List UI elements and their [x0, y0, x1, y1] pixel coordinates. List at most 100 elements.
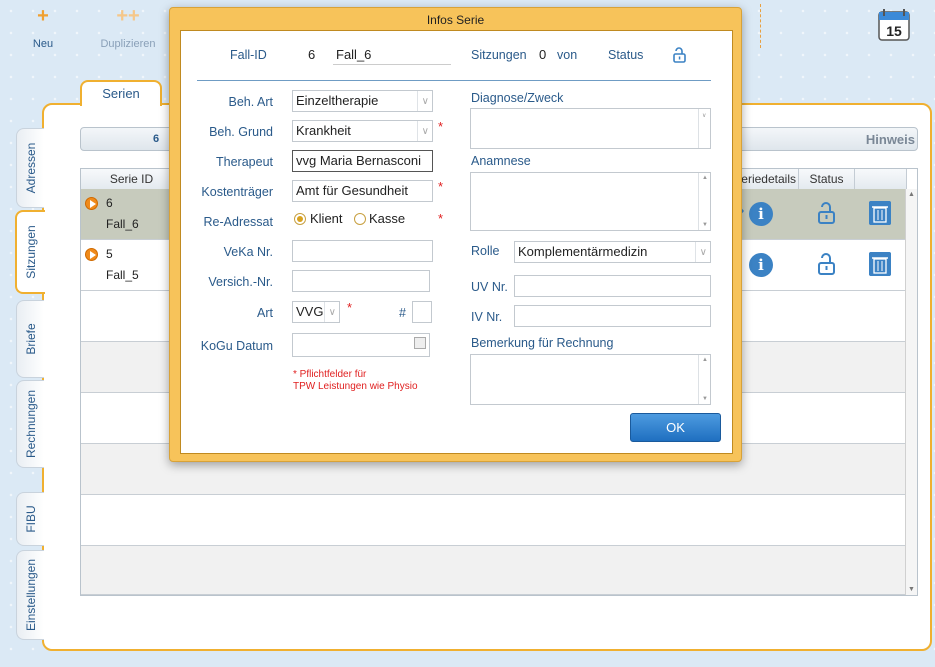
dialog-title: Infos Serie	[426, 13, 485, 27]
textarea-scrollbar[interactable]: ∨	[698, 109, 710, 148]
required-marker: *	[438, 211, 444, 226]
radio-klient[interactable]	[294, 213, 306, 225]
sitzungen-value: 0	[539, 47, 547, 62]
required-hint-line2: TPW Leistungen wie Physio	[293, 381, 418, 392]
table-row-empty	[81, 546, 907, 595]
required-marker: *	[438, 179, 444, 194]
rolle-select[interactable]: Komplementärmedizin	[514, 241, 711, 263]
bemerkung-label: Bemerkung für Rechnung	[471, 336, 614, 350]
trash-icon[interactable]	[869, 201, 891, 225]
versich-field[interactable]	[292, 270, 430, 292]
iv-field[interactable]	[514, 305, 711, 327]
required-hint-line1: * Pflichtfelder für	[293, 369, 367, 380]
unlock-icon[interactable]	[672, 46, 688, 64]
unlock-icon[interactable]	[816, 252, 838, 276]
infos-serie-dialog: Infos Serie Fall-ID 6 Fall_6 Sitzungen 0…	[169, 7, 742, 462]
tab-serien-label: Serien	[102, 86, 140, 101]
col-header-seriedetails[interactable]: eriedetails	[739, 169, 799, 189]
dialog-body: Fall-ID 6 Fall_6 Sitzungen 0 von Status …	[180, 30, 733, 454]
textarea-scrollbar[interactable]: ▲ ▼	[698, 355, 710, 404]
trash-icon[interactable]	[869, 252, 891, 276]
required-marker: *	[347, 300, 353, 315]
status-label: Status	[608, 48, 644, 62]
new-button[interactable]: + Neu	[28, 6, 58, 50]
filter-count: 6	[153, 133, 160, 145]
info-icon[interactable]: i	[749, 202, 773, 226]
radio-kasse-label: Kasse	[369, 211, 406, 226]
kostentraeger-label: Kostenträger	[201, 185, 273, 199]
table-scrollbar[interactable]: ▲ ▼	[905, 189, 917, 595]
side-tab-label: FIBU	[23, 505, 38, 533]
bemerkung-textarea[interactable]: ▲ ▼	[470, 354, 711, 405]
scroll-up-icon[interactable]: ▲	[908, 191, 915, 198]
unlock-icon[interactable]	[816, 201, 838, 225]
side-tab-label: Sitzungen	[24, 225, 38, 279]
ok-button[interactable]: OK	[630, 413, 721, 442]
required-marker: *	[438, 119, 444, 134]
col-header-status[interactable]: Status	[799, 169, 855, 189]
new-button-label: Neu	[32, 38, 54, 50]
header-divider	[197, 80, 711, 81]
plus-icon: +	[37, 5, 49, 27]
info-icon[interactable]: i	[749, 253, 773, 277]
duplicate-button-label: Duplizieren	[100, 38, 156, 50]
anamnese-label: Anamnese	[471, 154, 531, 168]
hash-field[interactable]	[412, 301, 432, 323]
readressat-label: Re-Adressat	[203, 215, 273, 229]
sitzungen-label: Sitzungen	[471, 48, 527, 62]
col-header-serie-id[interactable]: Serie ID	[81, 169, 183, 189]
anamnese-textarea[interactable]: ▲ ▼	[470, 172, 711, 231]
row-name: Fall_6	[106, 217, 139, 231]
fall-id-value: 6	[308, 47, 316, 62]
veka-field[interactable]	[292, 240, 433, 262]
side-tab-label: Einstellungen	[23, 558, 38, 632]
fall-name-value: Fall_6	[336, 47, 372, 62]
fall-name-underline	[333, 64, 451, 65]
table-row-empty	[81, 495, 907, 546]
side-tab-fibu[interactable]: FIBU	[16, 492, 44, 546]
beh-art-select[interactable]: Einzeltherapie	[292, 90, 433, 112]
therapeut-field[interactable]: vvg Maria Bernasconi	[292, 150, 433, 172]
side-tab-briefe[interactable]: Briefe	[16, 300, 44, 378]
diagnose-textarea[interactable]: ∨	[470, 108, 711, 149]
fall-id-label: Fall-ID	[230, 48, 267, 62]
row-name: Fall_5	[106, 268, 139, 282]
hash-label: #	[399, 306, 406, 320]
toolbar-divider	[760, 4, 761, 48]
row-id: 6	[106, 196, 113, 210]
row-id: 5	[106, 247, 113, 261]
side-tab-sitzungen[interactable]: Sitzungen	[15, 210, 45, 294]
side-tab-einstellungen[interactable]: Einstellungen	[16, 550, 44, 640]
uv-field[interactable]	[514, 275, 711, 297]
calendar-icon[interactable]: 15	[876, 6, 912, 42]
radio-kasse[interactable]	[354, 213, 366, 225]
duplicate-button[interactable]: ++ Duplizieren	[98, 6, 158, 50]
tab-serien[interactable]: Serien	[80, 80, 162, 109]
uv-label: UV Nr.	[471, 280, 508, 294]
radio-klient-label: Klient	[310, 211, 343, 226]
play-icon[interactable]	[85, 197, 98, 210]
side-tab-adressen[interactable]: Adressen	[16, 128, 44, 208]
double-plus-icon: ++	[116, 5, 140, 27]
col-header-delete	[855, 169, 907, 189]
kogu-date-field[interactable]	[292, 333, 430, 357]
scroll-down-icon[interactable]: ▼	[908, 586, 915, 593]
iv-label: IV Nr.	[471, 310, 503, 324]
side-tab-label: Briefe	[23, 323, 38, 355]
art-select[interactable]: VVG	[292, 301, 340, 323]
textarea-scrollbar[interactable]: ▲ ▼	[698, 173, 710, 230]
art-label: Art	[257, 306, 273, 320]
side-tab-rechnungen[interactable]: Rechnungen	[16, 380, 44, 468]
kostentraeger-field[interactable]: Amt für Gesundheit	[292, 180, 433, 202]
kogu-label: KoGu Datum	[200, 339, 273, 353]
side-tab-label: Adressen	[23, 142, 38, 194]
beh-art-label: Beh. Art	[228, 95, 273, 109]
side-tab-label: Rechnungen	[23, 389, 38, 459]
beh-grund-select[interactable]: Krankheit	[292, 120, 433, 142]
calendar-small-icon[interactable]	[414, 337, 426, 349]
calendar-day: 15	[886, 23, 902, 39]
diagnose-label: Diagnose/Zweck	[471, 91, 564, 105]
hint-header: Hinweis	[865, 132, 915, 147]
therapeut-label: Therapeut	[216, 155, 273, 169]
play-icon[interactable]	[85, 248, 98, 261]
